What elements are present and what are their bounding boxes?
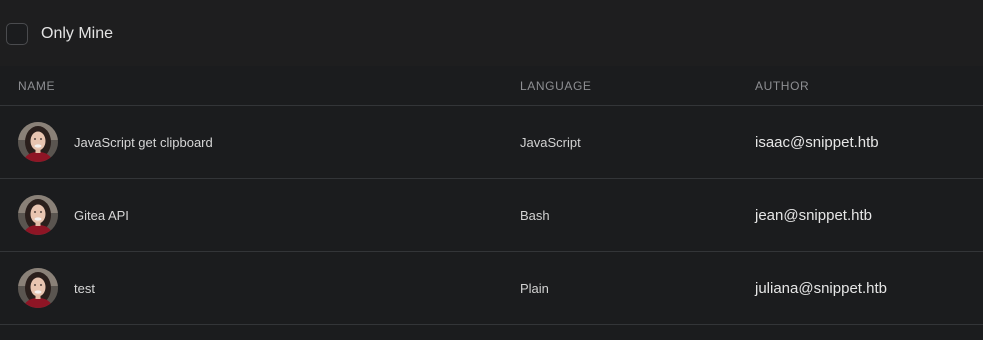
snippet-language: Bash: [520, 207, 550, 223]
snippet-author: juliana@snippet.htb: [755, 279, 887, 297]
table-header: NAME LANGUAGE AUTHOR: [0, 66, 983, 106]
snippet-name[interactable]: Gitea API: [74, 208, 129, 223]
snippet-name[interactable]: JavaScript get clipboard: [74, 135, 213, 150]
snippet-name[interactable]: test: [74, 281, 95, 296]
column-header-name[interactable]: NAME: [18, 79, 55, 93]
snippets-table: NAME LANGUAGE AUTHOR JavaScript get clip: [0, 66, 983, 325]
snippet-author: isaac@snippet.htb: [755, 133, 879, 151]
table-row[interactable]: Gitea API Bash jean@snippet.htb: [0, 179, 983, 252]
user-avatar-icon: [18, 268, 58, 308]
column-header-author[interactable]: AUTHOR: [755, 79, 809, 93]
snippet-language: JavaScript: [520, 134, 581, 150]
user-avatar-icon: [18, 195, 58, 235]
table-row[interactable]: JavaScript get clipboard JavaScript isaa…: [0, 106, 983, 179]
snippet-language: Plain: [520, 280, 549, 296]
filter-bar: Only Mine: [0, 0, 983, 66]
only-mine-label[interactable]: Only Mine: [41, 25, 113, 43]
only-mine-checkbox[interactable]: [6, 23, 28, 45]
column-header-language[interactable]: LANGUAGE: [520, 79, 592, 93]
snippets-page: Only Mine NAME LANGUAGE AUTHOR JavaScrip…: [0, 0, 983, 340]
snippet-author: jean@snippet.htb: [755, 206, 872, 224]
user-avatar-icon: [18, 122, 58, 162]
table-row[interactable]: test Plain juliana@snippet.htb: [0, 252, 983, 325]
